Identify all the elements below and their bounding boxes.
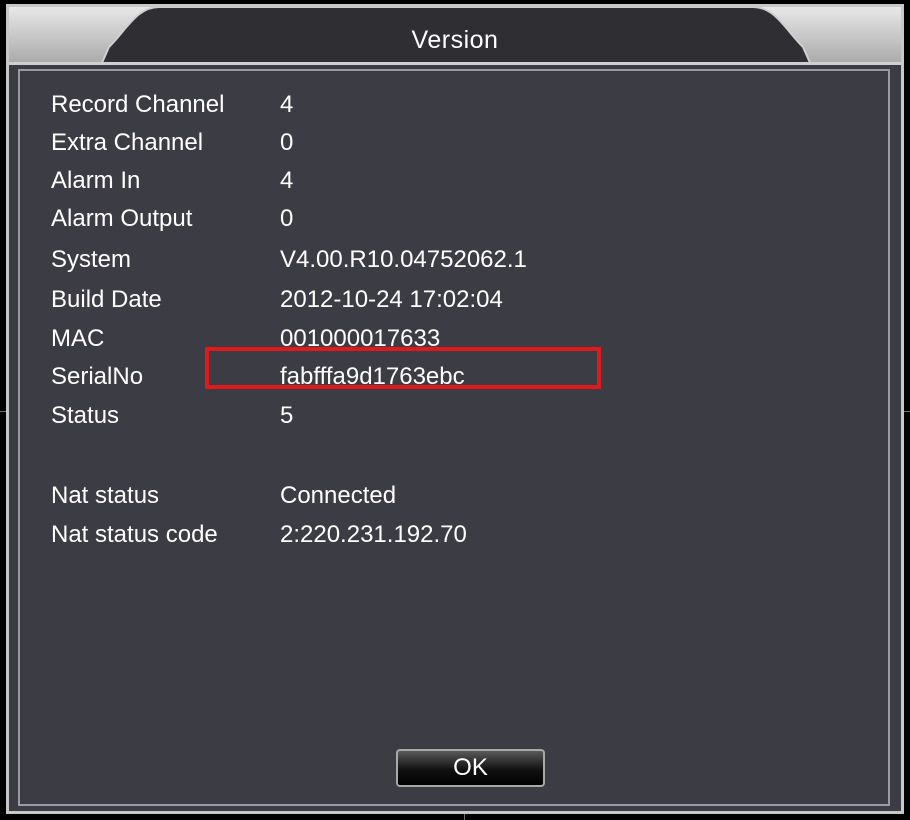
dialog-title: Version <box>411 26 499 54</box>
status-label: Status <box>51 402 120 429</box>
nat-status-label: Nat status <box>51 482 160 509</box>
nat-status-code-label: Nat status code <box>51 521 218 548</box>
version-dialog: Version Record Channel 4 Extra Channel 0… <box>6 4 904 814</box>
build-date-value: 2012-10-24 17:02:04 <box>280 286 503 313</box>
alarm-output-label: Alarm Output <box>51 205 193 232</box>
system-label: System <box>51 246 132 273</box>
ok-button[interactable]: OK <box>396 749 545 787</box>
guide-line-right <box>904 411 910 412</box>
build-date-label: Build Date <box>51 286 162 313</box>
nat-status-value: Connected <box>280 482 397 509</box>
dialog-titlebar[interactable]: Version <box>9 7 901 65</box>
record-channel-label: Record Channel <box>51 91 225 118</box>
nat-status-code-value: 2:220.231.192.70 <box>280 521 467 548</box>
status-value: 5 <box>280 402 294 429</box>
alarm-in-value: 4 <box>280 167 294 194</box>
extra-channel-value: 0 <box>280 129 294 156</box>
serial-no-highlight-box <box>205 347 601 389</box>
content-frame <box>18 69 890 806</box>
alarm-in-label: Alarm In <box>51 167 141 194</box>
system-value: V4.00.R10.04752062.1 <box>280 246 527 273</box>
record-channel-value: 4 <box>280 91 294 118</box>
alarm-output-value: 0 <box>280 205 294 232</box>
extra-channel-label: Extra Channel <box>51 129 204 156</box>
guide-line-bottom <box>464 814 465 820</box>
mac-label: MAC <box>51 325 105 352</box>
serial-no-label: SerialNo <box>51 363 144 390</box>
